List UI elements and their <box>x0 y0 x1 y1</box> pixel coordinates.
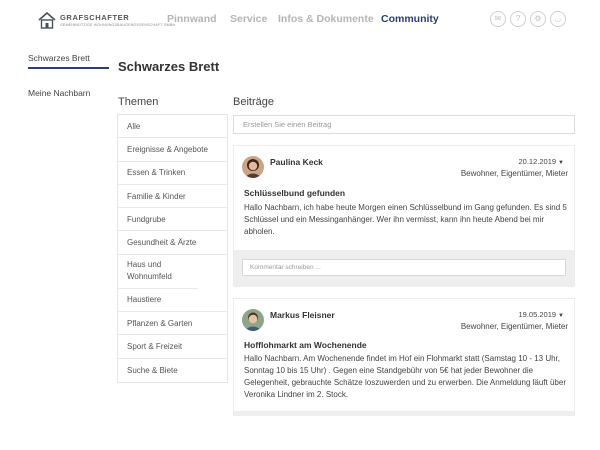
comment-area <box>234 411 574 416</box>
topic-item[interactable]: Pflanzen & Garten <box>118 312 227 336</box>
topic-item[interactable]: Gesundheit & Ärzte <box>118 231 227 255</box>
post-card: Paulina Keck 20.12.2019 ▼ Bewohner, Eigen… <box>233 145 575 287</box>
post-roles: Bewohner, Eigentümer, Mieter <box>460 322 568 331</box>
comment-input[interactable]: Kommentar schreiben ... <box>242 259 566 276</box>
user-icon[interactable]: ◡ <box>550 11 566 27</box>
topic-item[interactable]: Familie & Kinder <box>118 185 227 209</box>
logo-subtitle: GEMEINNÜTZIGE WOHNUNGSBAUGENOSSENSCHAFT … <box>60 23 176 27</box>
logo-name: GRAFSCHAFTER <box>60 13 130 22</box>
post-author[interactable]: Paulina Keck <box>270 157 323 167</box>
post-date[interactable]: 19.05.2019 ▼ <box>519 310 565 319</box>
topic-item[interactable]: Essen & Trinken <box>118 162 227 185</box>
nav-infos-dokumente[interactable]: Infos & Dokumente <box>278 13 374 25</box>
new-post-input[interactable]: Erstellen Sie einen Beitrag <box>233 115 575 134</box>
topics-heading: Themen <box>118 96 159 108</box>
post-text: Hallo Nachbarn. Am Wochenende findet im … <box>244 354 566 399</box>
header: GRAFSCHAFTER GEMEINNÜTZIGE WOHNUNGSBAUGE… <box>0 0 600 40</box>
settings-icon[interactable]: ⚙ <box>530 11 546 27</box>
comment-area: Kommentar schreiben ... <box>234 250 574 287</box>
sidebar-item-meine-nachbarn[interactable]: Meine Nachbarn <box>28 88 90 98</box>
post-author[interactable]: Markus Fleisner <box>270 310 335 320</box>
help-icon[interactable]: ? <box>510 11 526 27</box>
post-title: Hofflohmarkt am Wochenende <box>244 340 367 350</box>
topic-item[interactable]: Sport & Freizeit <box>118 335 227 359</box>
post-text: Hallo Nachbarn, ich habe heute Morgen ei… <box>244 203 567 236</box>
page-title: Schwarzes Brett <box>118 59 220 74</box>
avatar[interactable] <box>242 156 264 178</box>
caret-down-icon: ▼ <box>558 313 564 319</box>
nav-service[interactable]: Service <box>230 13 267 25</box>
post-date-text: 19.05.2019 <box>518 310 557 319</box>
topic-item[interactable]: Haus und Wohnumfeld <box>118 255 198 289</box>
post-title: Schlüsselbund gefunden <box>244 188 346 198</box>
topic-item[interactable]: Suche & Biete <box>118 359 227 382</box>
topic-item[interactable]: Haustiere <box>118 289 227 313</box>
post-date-text: 20.12.2019 <box>518 157 557 166</box>
sidebar-item-schwarzes-brett[interactable]: Schwarzes Brett <box>28 53 109 69</box>
post-date[interactable]: 20.12.2019 ▼ <box>519 157 565 166</box>
post-roles: Bewohner, Eigentümer, Mieter <box>460 169 568 178</box>
topic-item[interactable]: Alle <box>118 115 227 139</box>
nav-community[interactable]: Community <box>381 13 439 25</box>
logo[interactable]: GRAFSCHAFTER GEMEINNÜTZIGE WOHNUNGSBAUGE… <box>38 12 175 32</box>
avatar[interactable] <box>242 309 264 331</box>
caret-down-icon: ▼ <box>558 160 564 166</box>
nav-pinnwand[interactable]: Pinnwand <box>167 13 217 25</box>
posts-heading: Beiträge <box>233 96 274 108</box>
topic-item[interactable]: Fundgrube <box>118 208 227 232</box>
mail-icon[interactable]: ✉ <box>490 11 506 27</box>
topic-item[interactable]: Ereignisse & Angebote <box>118 138 227 162</box>
topics-list: Alle Ereignisse & Angebote Essen & Trink… <box>117 114 228 383</box>
house-logo-icon <box>38 12 56 29</box>
post-card: Markus Fleisner 19.05.2019 ▼ Bewohner, Ei… <box>233 298 575 416</box>
